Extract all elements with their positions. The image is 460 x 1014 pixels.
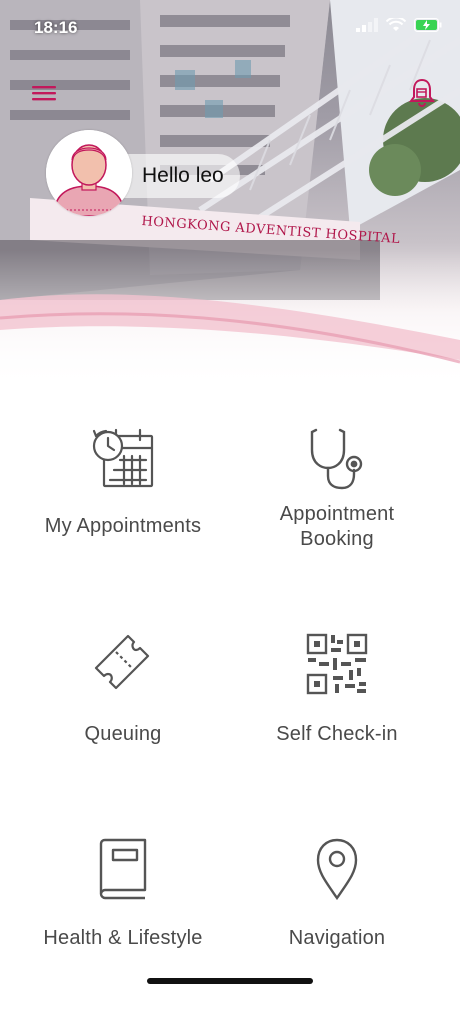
greeting-text: Hello leo: [142, 164, 224, 187]
bell-icon: [409, 78, 435, 107]
ticket-icon: [94, 634, 150, 690]
tile-label: Navigation: [288, 927, 386, 949]
menu-button[interactable]: [30, 80, 60, 106]
avatar[interactable]: [46, 130, 132, 216]
qr-code-icon: [306, 633, 368, 695]
tile-appointment-booking[interactable]: Appointment Booking: [222, 418, 452, 598]
notifications-button[interactable]: [406, 76, 438, 110]
status-bar: 18:16: [0, 0, 460, 56]
hamburger-menu-icon: [32, 86, 56, 101]
tile-health-lifestyle[interactable]: Health & Lifestyle: [8, 834, 238, 1014]
greeting-banner: Hello leo: [124, 154, 240, 198]
tile-queuing[interactable]: Queuing: [8, 626, 238, 806]
tile-my-appointments[interactable]: My Appointments: [8, 418, 238, 598]
tile-self-check-in[interactable]: Self Check-in: [222, 626, 452, 806]
tile-label: Appointment Booking: [279, 503, 395, 550]
wifi-icon: [386, 18, 406, 31]
stethoscope-icon: [310, 428, 363, 490]
tile-label: My Appointments: [44, 515, 202, 537]
home-indicator: [147, 978, 313, 984]
tile-navigation[interactable]: Navigation: [222, 834, 452, 1014]
signal-icon: [356, 18, 378, 32]
calendar-clock-icon: [92, 428, 154, 488]
user-avatar-icon: [46, 130, 132, 216]
status-time: 18:16: [34, 18, 78, 37]
tile-label: Queuing: [84, 723, 162, 745]
book-icon: [99, 838, 147, 900]
tile-label: Health & Lifestyle: [43, 927, 203, 949]
tile-label: Self Check-in: [276, 723, 398, 745]
location-pin-icon: [316, 838, 358, 901]
battery-charging-icon: [414, 18, 442, 32]
